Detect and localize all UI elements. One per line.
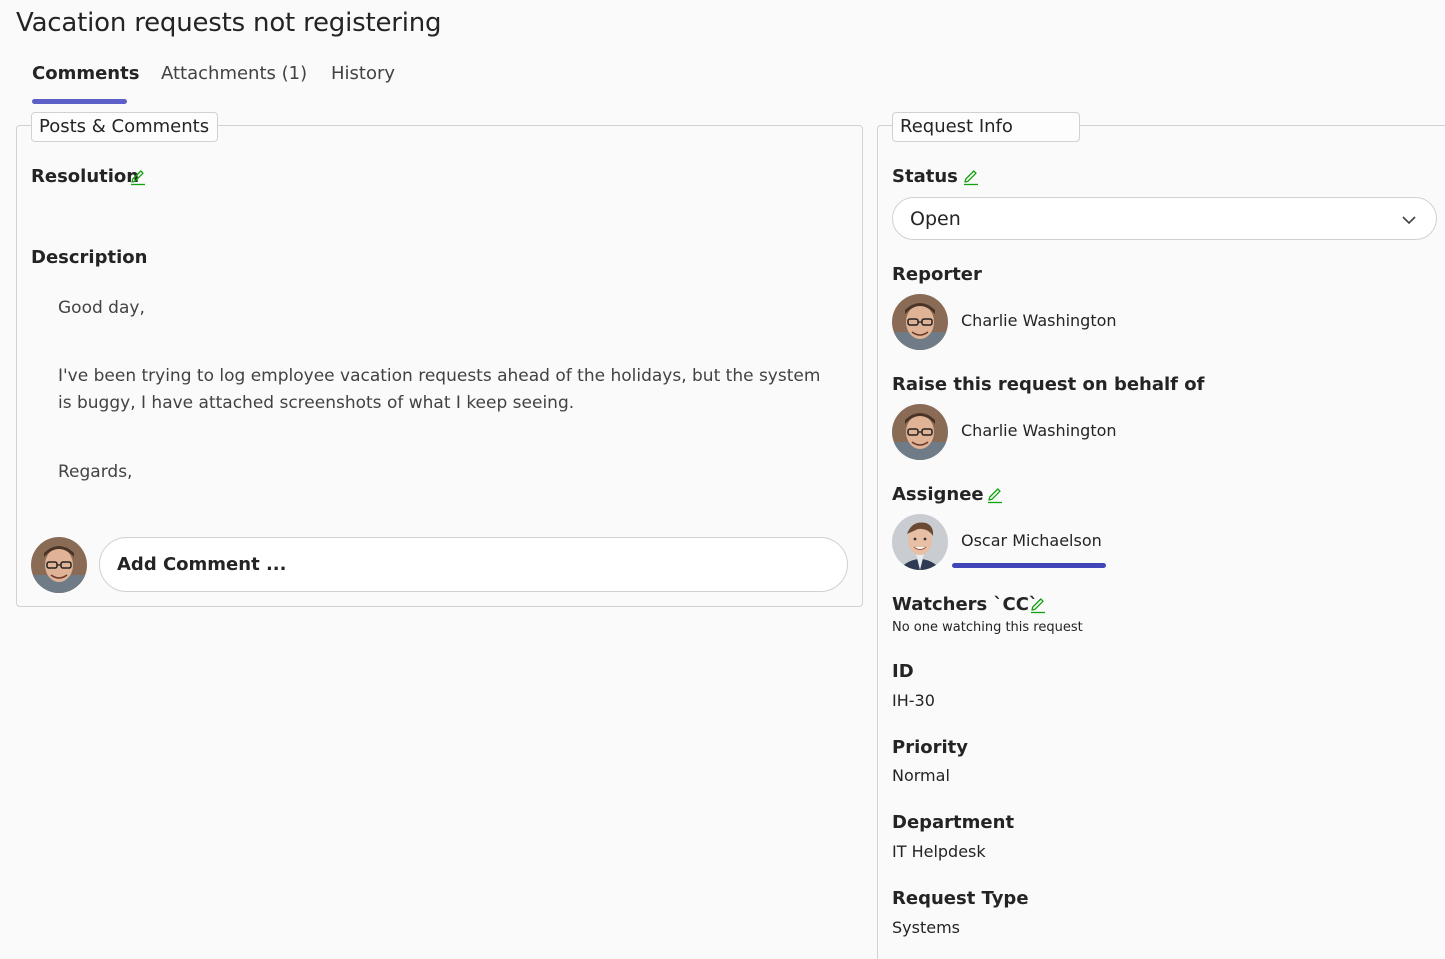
assignee-label: Assignee [892,484,984,505]
id-label: ID [892,661,914,682]
tab-attachments[interactable]: Attachments (1) [161,63,307,84]
assignee-highlight-bar [952,563,1106,568]
assignee-avatar [892,514,948,570]
watchers-label: Watchers `CC` [892,594,1038,615]
priority-label: Priority [892,737,968,758]
ticket-page: Vacation requests not registering Commen… [0,0,1445,959]
tab-comments[interactable]: Comments [32,63,139,84]
description-line-greeting: Good day, [58,298,145,318]
assignee-edit-pencil-icon[interactable] [986,486,1004,504]
description-line-signoff: Regards, [58,462,133,482]
assignee-name[interactable]: Oscar Michaelson [961,531,1102,550]
status-dropdown[interactable]: Open [892,197,1437,240]
department-value: IT Helpdesk [892,842,986,861]
reporter-avatar [892,294,948,350]
current-user-avatar [31,537,87,593]
chevron-down-icon [1402,216,1416,225]
resolution-edit-pencil-icon[interactable] [129,168,147,186]
on-behalf-name[interactable]: Charlie Washington [961,421,1117,440]
description-label: Description [31,247,148,268]
add-comment-input[interactable]: Add Comment ... [99,537,848,592]
status-label: Status [892,166,958,187]
status-dropdown-value: Open [910,208,961,230]
reporter-label: Reporter [892,264,982,285]
description-line-body: I've been trying to log employee vacatio… [58,366,821,413]
posts-comments-legend: Posts & Comments [31,112,218,142]
on-behalf-label: Raise this request on behalf of [892,374,1205,395]
request-info-legend: Request Info [892,112,1080,142]
active-tab-indicator [32,99,127,104]
request-type-label: Request Type [892,888,1029,909]
resolution-label: Resolution [31,166,140,187]
on-behalf-avatar [892,404,948,460]
tab-history[interactable]: History [331,63,395,84]
watchers-value: No one watching this request [892,620,1083,635]
status-edit-pencil-icon[interactable] [962,168,980,186]
reporter-name[interactable]: Charlie Washington [961,311,1117,330]
request-type-value: Systems [892,918,960,937]
watchers-edit-pencil-icon[interactable] [1029,596,1047,614]
priority-value: Normal [892,766,950,785]
page-title: Vacation requests not registering [16,8,442,38]
department-label: Department [892,812,1015,833]
id-value: IH-30 [892,691,935,710]
